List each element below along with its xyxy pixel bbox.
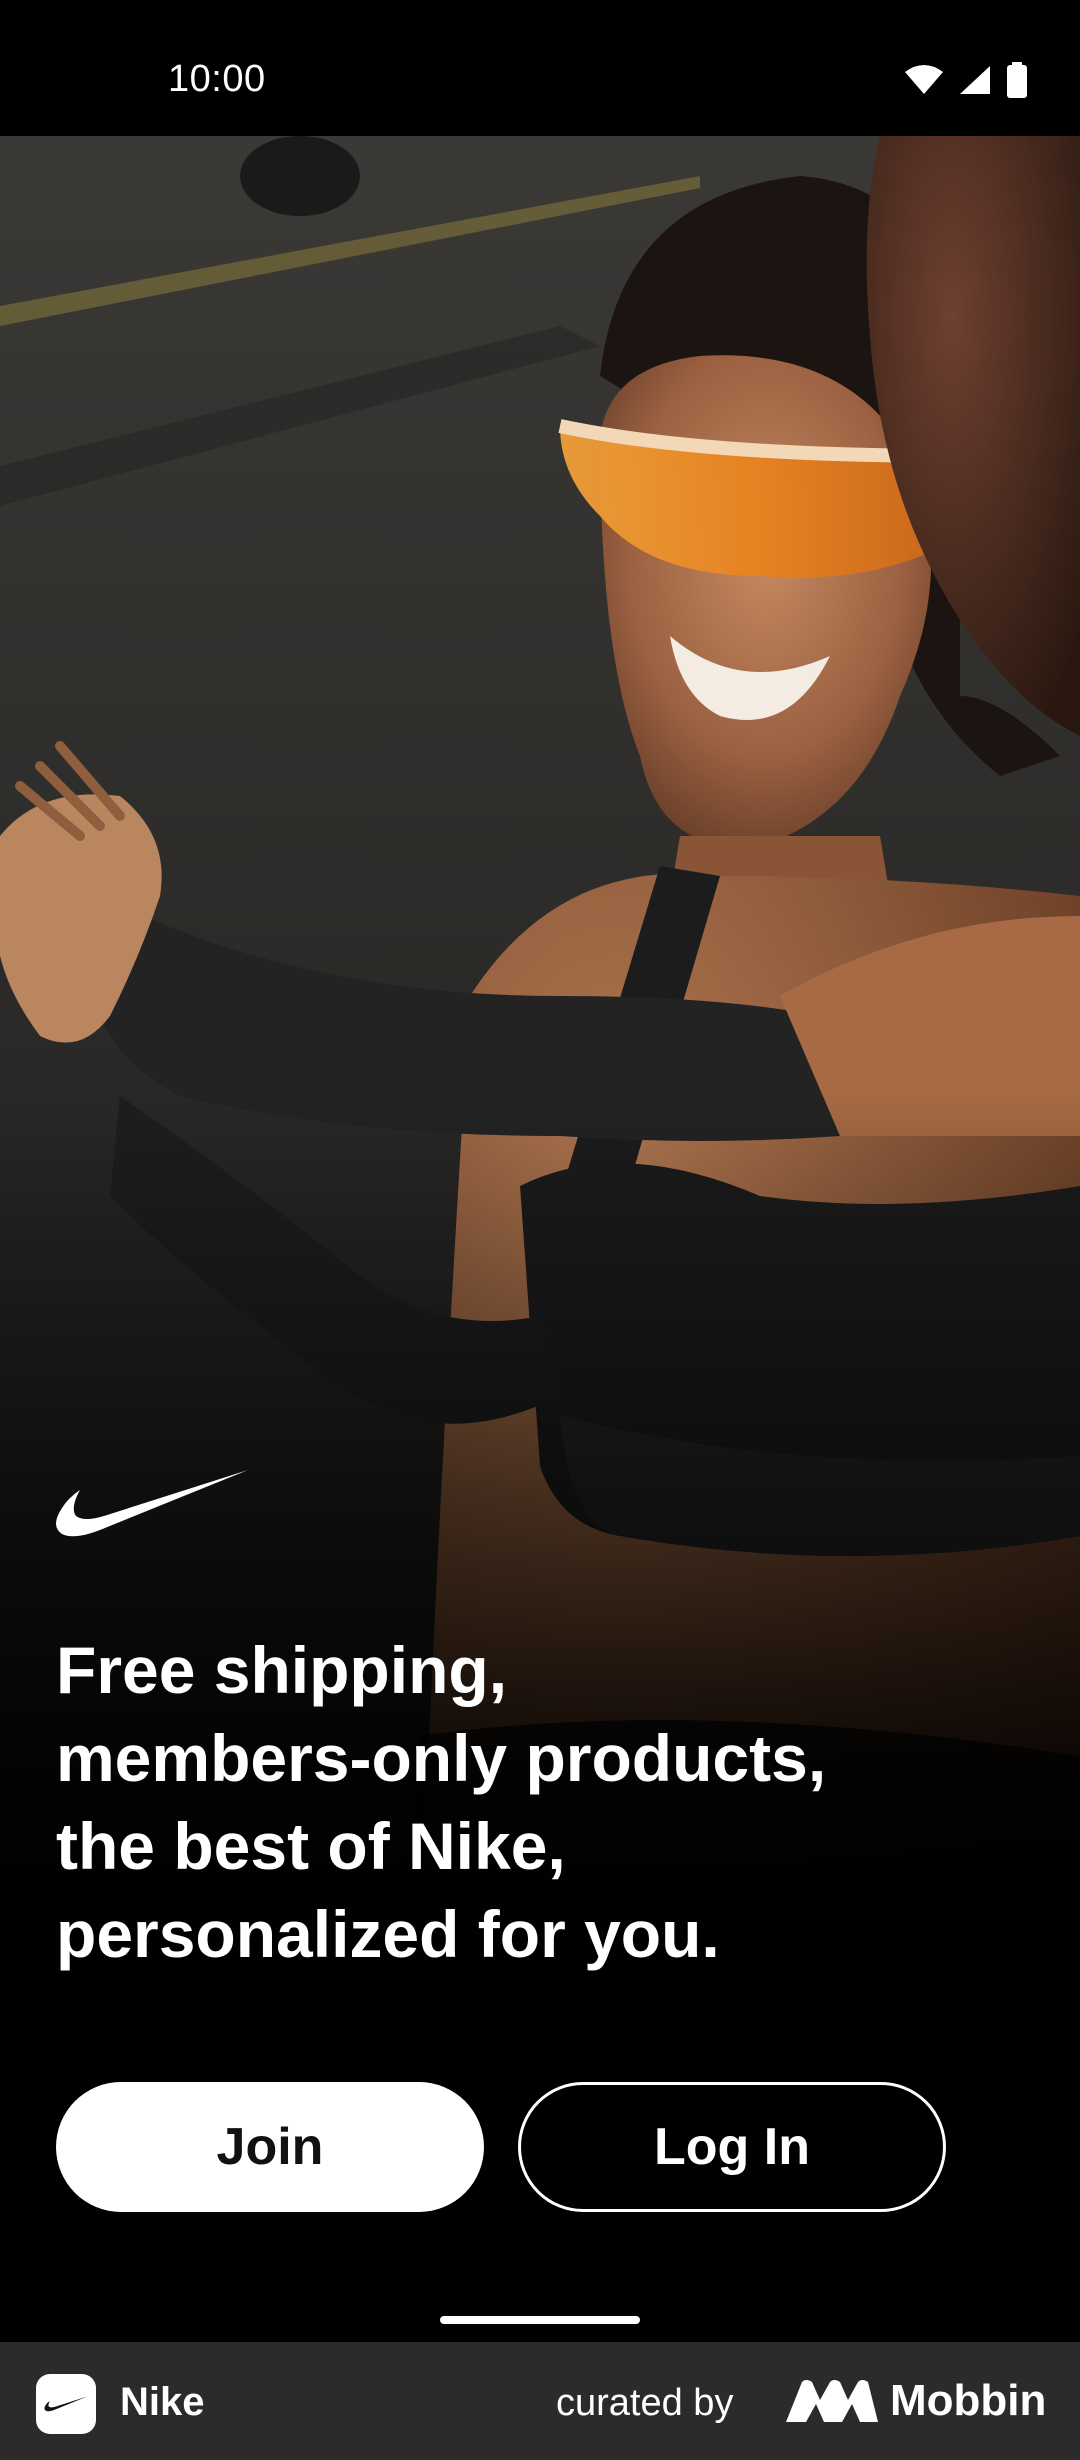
nike-swoosh-icon: [44, 2396, 88, 2412]
headline: Free shipping, members-only products, th…: [56, 1626, 956, 1978]
headline-line: personalized for you.: [56, 1897, 720, 1971]
cellular-signal-icon: [960, 66, 990, 94]
curated-by-label: curated by: [556, 2382, 734, 2424]
battery-icon: [1007, 62, 1027, 98]
status-time: 10:00: [168, 58, 266, 100]
headline-line: members-only products,: [56, 1721, 827, 1795]
login-button[interactable]: Log In: [518, 2082, 946, 2212]
nike-swoosh-icon: [54, 1468, 250, 1545]
headline-line: Free shipping,: [56, 1633, 508, 1707]
status-icons: [904, 62, 1028, 98]
app-icon: [36, 2374, 96, 2434]
wifi-icon: [905, 65, 943, 94]
mobbin-logo-icon: [786, 2380, 878, 2422]
home-indicator[interactable]: [440, 2316, 640, 2324]
headline-line: the best of Nike,: [56, 1809, 566, 1883]
join-button[interactable]: Join: [56, 2082, 484, 2212]
mobbin-brand-name: Mobbin: [890, 2376, 1047, 2425]
app-name: Nike: [120, 2380, 205, 2424]
status-bar: 10:00: [0, 0, 1080, 136]
footer-bar: Nike curated by Mobbin: [0, 2342, 1080, 2460]
